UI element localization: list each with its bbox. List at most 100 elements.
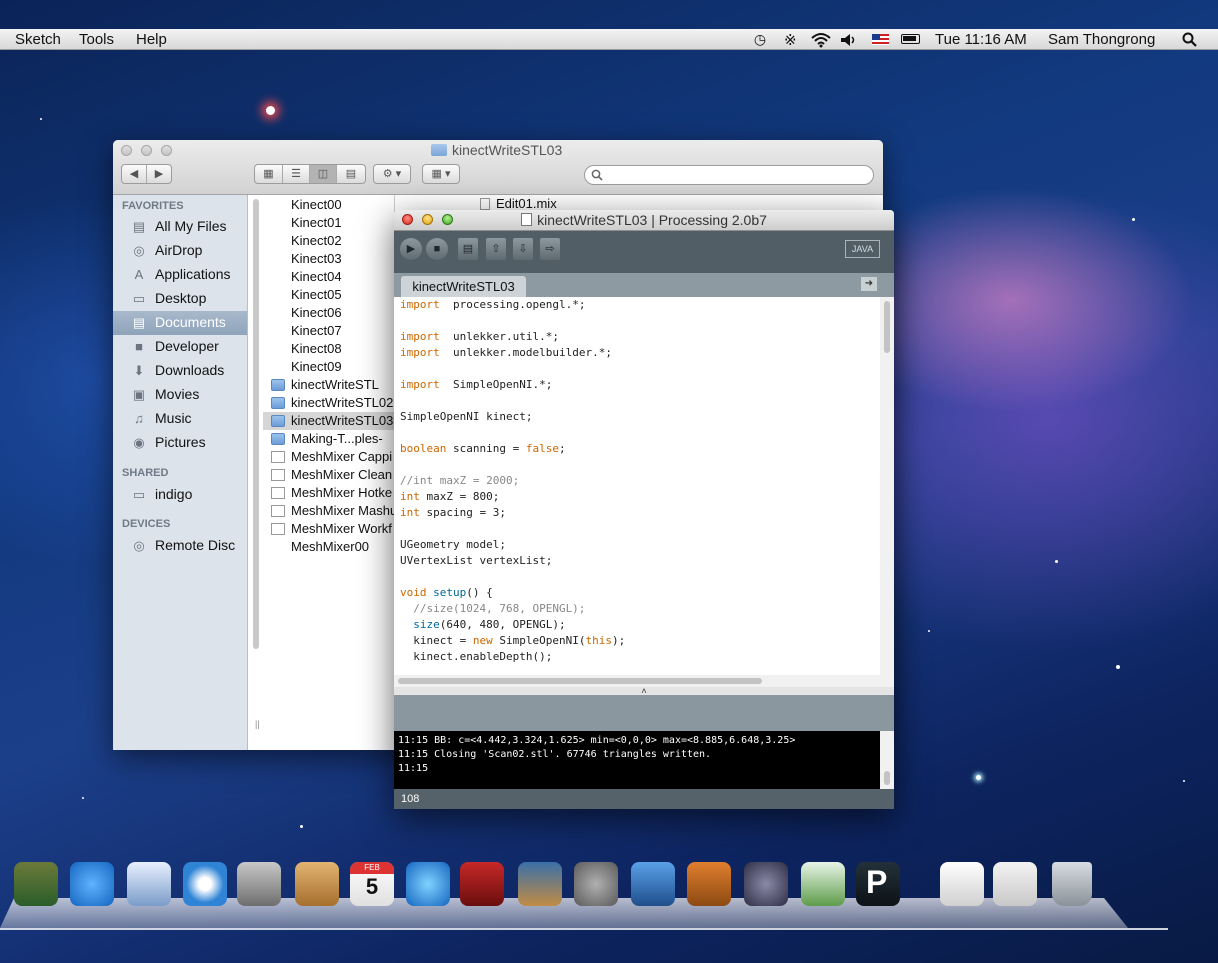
iphoto-icon[interactable] — [518, 862, 562, 906]
scroll-thumb[interactable] — [398, 678, 762, 684]
itunes-icon[interactable] — [406, 862, 450, 906]
arrange-menu-button[interactable]: ▦ ▾ — [422, 164, 460, 184]
list-view-button[interactable]: ☰ — [283, 165, 310, 183]
file-list-item[interactable]: Kinect07 — [263, 322, 394, 340]
file-name: Kinect01 — [291, 215, 342, 230]
xcode-icon[interactable] — [631, 862, 675, 906]
sidebar-item-airdrop[interactable]: ◎ AirDrop — [113, 239, 247, 263]
numbers-icon[interactable] — [801, 862, 845, 906]
flag-icon[interactable] — [872, 34, 889, 45]
screenshots-stack-icon[interactable] — [993, 862, 1037, 906]
close-button[interactable] — [121, 145, 132, 156]
battery-icon[interactable] — [901, 34, 920, 44]
mission-control-icon[interactable] — [14, 862, 58, 906]
new-button[interactable]: ▤ — [458, 238, 478, 260]
processing-icon[interactable]: P — [856, 862, 900, 906]
keynote-icon[interactable] — [687, 862, 731, 906]
minimize-button[interactable] — [422, 214, 433, 225]
file-list-item[interactable]: MeshMixer Mashu — [263, 502, 394, 520]
forward-button[interactable]: ▶ — [147, 165, 171, 183]
finder-sidebar: FAVORITES ▤ All My Files ◎ AirDrop A Applicat… — [113, 195, 248, 750]
sidebar-item-downloads[interactable]: ⬇ Downloads — [113, 359, 247, 383]
zoom-button[interactable] — [161, 145, 172, 156]
zoom-button[interactable] — [442, 214, 453, 225]
file-list-item[interactable]: MeshMixer Cappi — [263, 448, 394, 466]
scroll-thumb[interactable] — [884, 301, 890, 353]
file-list-item[interactable]: Kinect05 — [263, 286, 394, 304]
documents-stack-icon[interactable] — [940, 862, 984, 906]
action-menu-button[interactable]: ⚙ ▾ — [373, 164, 411, 184]
tab-menu-arrow-icon[interactable]: ➜ — [861, 277, 877, 291]
sidebar-item-desktop[interactable]: ▭ Desktop — [113, 287, 247, 311]
sidebar-item-remote-disc[interactable]: ◎ Remote Disc — [113, 534, 247, 558]
tab-kinectwritestl03[interactable]: kinectWriteSTL03 — [401, 276, 526, 297]
calendar-icon[interactable]: FEB 5 — [350, 862, 394, 906]
scroll-thumb[interactable] — [884, 771, 890, 785]
volume-icon[interactable] — [840, 33, 858, 47]
file-list-item[interactable]: Kinect00 — [263, 196, 394, 214]
save-button[interactable]: ⇩ — [513, 238, 533, 260]
file-list-item[interactable]: MeshMixer Hotke — [263, 484, 394, 502]
sidebar-item-music[interactable]: ♫ Music — [113, 407, 247, 431]
bluetooth-icon[interactable]: ※ — [784, 31, 797, 49]
run-button[interactable]: ▶ — [400, 238, 422, 260]
file-edit01[interactable]: Edit01.mix — [496, 196, 557, 211]
menu-tools[interactable]: Tools — [79, 31, 114, 48]
downloads-icon: ⬇ — [133, 363, 145, 378]
address-book-icon[interactable] — [295, 862, 339, 906]
code-editor[interactable]: import processing.opengl.*; import unlekk… — [394, 297, 880, 675]
wifi-icon[interactable] — [810, 32, 832, 48]
coverflow-view-button[interactable]: ▤ — [337, 165, 365, 183]
facetime-icon[interactable] — [237, 862, 281, 906]
sidebar-item-indigo[interactable]: ▭ indigo — [113, 483, 247, 507]
file-list-item[interactable]: Kinect01 — [263, 214, 394, 232]
menu-help[interactable]: Help — [136, 31, 167, 48]
file-list-item[interactable]: MeshMixer Clean — [263, 466, 394, 484]
file-list-item[interactable]: Kinect08 — [263, 340, 394, 358]
minimize-button[interactable] — [141, 145, 152, 156]
sidebar-item-movies[interactable]: ▣ Movies — [113, 383, 247, 407]
menu-sketch[interactable]: Sketch — [15, 31, 61, 48]
file-list-item[interactable]: MeshMixer Workf — [263, 520, 394, 538]
safari-icon[interactable] — [183, 862, 227, 906]
editor-vertical-scrollbar[interactable] — [880, 297, 894, 675]
file-list-item[interactable]: Kinect04 — [263, 268, 394, 286]
file-list-item[interactable]: MeshMixer00 — [263, 538, 394, 556]
mail-icon[interactable] — [127, 862, 171, 906]
console-divider[interactable]: ˄ — [394, 687, 894, 696]
user-name[interactable]: Sam Thongrong — [1048, 31, 1155, 48]
app-store-icon[interactable] — [70, 862, 114, 906]
back-button[interactable]: ◀ — [122, 165, 147, 183]
file-list-item[interactable]: kinectWriteSTL02 — [263, 394, 394, 412]
sidebar-item-all-my-files[interactable]: ▤ All My Files — [113, 215, 247, 239]
photo-booth-icon[interactable] — [460, 862, 504, 906]
spotlight-icon[interactable] — [1182, 32, 1198, 48]
mode-selector[interactable]: JAVA — [845, 240, 880, 258]
close-button[interactable] — [402, 214, 413, 225]
file-list-item[interactable]: Kinect02 — [263, 232, 394, 250]
time-machine-icon[interactable]: ◷ — [752, 31, 768, 47]
stop-button[interactable]: ■ — [426, 238, 448, 260]
aperture-icon[interactable] — [744, 862, 788, 906]
console-scrollbar[interactable] — [880, 731, 894, 789]
column-resize-handle[interactable]: || — [255, 719, 260, 729]
export-button[interactable]: ⇨ — [540, 238, 560, 260]
open-button[interactable]: ⇧ — [486, 238, 506, 260]
file-list-item[interactable]: Kinect09 — [263, 358, 394, 376]
column-view-button[interactable]: ◫ — [310, 165, 337, 183]
sidebar-item-developer[interactable]: ■ Developer — [113, 335, 247, 359]
trash-icon[interactable] — [1052, 862, 1092, 906]
search-input[interactable] — [584, 165, 874, 185]
file-list-item[interactable]: Kinect06 — [263, 304, 394, 322]
file-list-item[interactable]: Kinect03 — [263, 250, 394, 268]
column-scrollbar[interactable] — [253, 199, 259, 649]
file-list-item[interactable]: kinectWriteSTL — [263, 376, 394, 394]
icon-view-button[interactable]: ▦ — [255, 165, 283, 183]
sidebar-item-applications[interactable]: A Applications — [113, 263, 247, 287]
file-list-item[interactable]: Making-T...ples- — [263, 430, 394, 448]
clock[interactable]: Tue 11:16 AM — [935, 31, 1027, 48]
sidebar-item-pictures[interactable]: ◉ Pictures — [113, 431, 247, 455]
system-preferences-icon[interactable] — [574, 862, 618, 906]
sidebar-item-documents[interactable]: ▤ Documents — [113, 311, 247, 335]
file-list-item[interactable]: kinectWriteSTL03 — [263, 412, 394, 430]
